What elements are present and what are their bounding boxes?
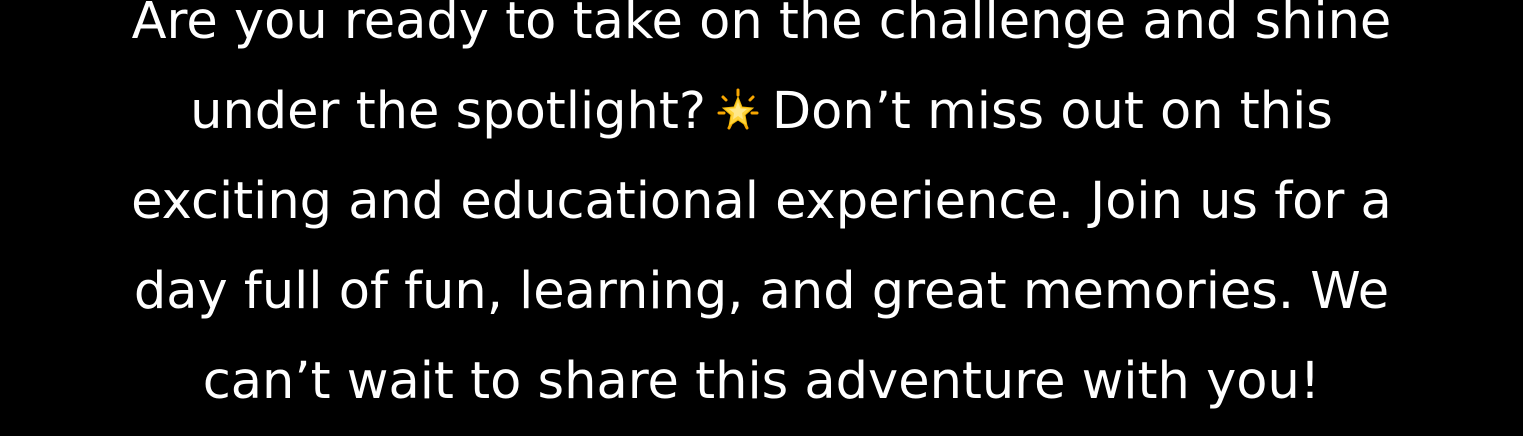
invitation-text: Are you ready to take on the challenge a…	[0, 0, 1523, 427]
text-line-1: Are you ready to take on the challenge a…	[131, 0, 1392, 51]
text-line-4: day full of fun, learning, and great mem…	[133, 262, 1390, 321]
text-line-2: under the spotlight? Don’t miss out on t…	[0, 67, 1523, 157]
text-line-2-end: Don’t miss out on this	[771, 82, 1333, 141]
text-line-3: exciting and educational experience. Joi…	[131, 172, 1392, 231]
text-line-5: can’t wait to share this adventure with …	[202, 352, 1321, 411]
message-panel: Are you ready to take on the challenge a…	[0, 0, 1523, 436]
text-line-2-start: under the spotlight?	[190, 82, 706, 141]
glowing-star-icon	[716, 71, 760, 130]
